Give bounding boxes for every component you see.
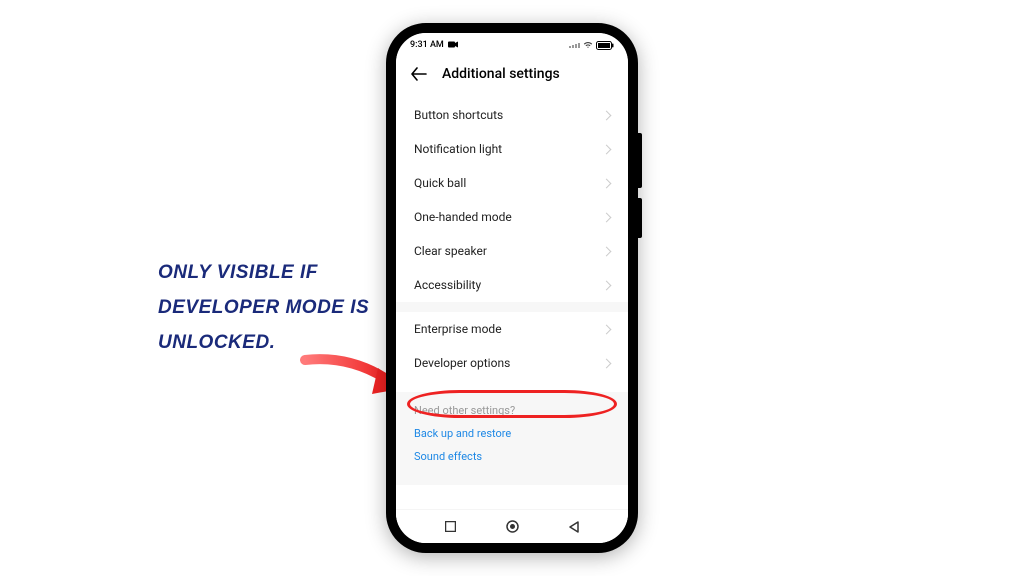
- setting-enterprise-mode[interactable]: Enterprise mode: [396, 312, 628, 346]
- side-button: [638, 133, 642, 188]
- annotation-text: Only visible if developer mode is unlock…: [158, 255, 388, 360]
- setting-label: One-handed mode: [414, 210, 512, 224]
- setting-label: Developer options: [414, 356, 510, 370]
- footer-section: Need other settings? Back up and restore…: [396, 392, 628, 485]
- android-nav-bar: [396, 509, 628, 543]
- setting-clear-speaker[interactable]: Clear speaker: [396, 234, 628, 268]
- settings-scroll[interactable]: ···· ······ ······· Button shortcuts Not…: [396, 89, 628, 507]
- chevron-right-icon: [602, 358, 612, 368]
- signal-icon: [569, 43, 580, 48]
- setting-one-handed-mode[interactable]: One-handed mode: [396, 200, 628, 234]
- wifi-icon: [583, 41, 593, 49]
- chevron-right-icon: [602, 280, 612, 290]
- camera-icon: [448, 41, 458, 50]
- setting-button-shortcuts[interactable]: Button shortcuts: [396, 98, 628, 132]
- battery-icon: [596, 41, 614, 50]
- side-button: [638, 198, 642, 238]
- page-title: Additional settings: [442, 66, 560, 82]
- chevron-right-icon: [602, 110, 612, 120]
- setting-quick-ball[interactable]: Quick ball: [396, 166, 628, 200]
- setting-label: Accessibility: [414, 278, 481, 292]
- setting-label: Quick ball: [414, 176, 466, 190]
- chevron-right-icon: [602, 246, 612, 256]
- phone-screen: 9:31 AM Additional settings ···· ······ …: [396, 33, 628, 543]
- back-button[interactable]: [410, 65, 428, 83]
- status-time: 9:31 AM: [410, 40, 444, 50]
- section-divider: [396, 302, 628, 312]
- setting-label: Notification light: [414, 142, 502, 156]
- setting-accessibility[interactable]: Accessibility: [396, 268, 628, 302]
- nav-recent-icon[interactable]: [444, 520, 458, 534]
- setting-label: Button shortcuts: [414, 108, 503, 122]
- footer-link-backup[interactable]: Back up and restore: [414, 427, 610, 440]
- setting-label: Enterprise mode: [414, 322, 502, 336]
- chevron-right-icon: [602, 178, 612, 188]
- nav-home-icon[interactable]: [505, 520, 519, 534]
- setting-label: Clear speaker: [414, 244, 487, 258]
- page-header: Additional settings: [396, 55, 628, 89]
- footer-question: Need other settings?: [414, 404, 610, 417]
- chevron-right-icon: [602, 144, 612, 154]
- footer-link-sound[interactable]: Sound effects: [414, 450, 610, 463]
- chevron-right-icon: [602, 324, 612, 334]
- nav-back-icon[interactable]: [567, 520, 581, 534]
- status-bar: 9:31 AM: [396, 33, 628, 55]
- chevron-right-icon: [602, 212, 612, 222]
- partial-visible-row: ···· ······ ·······: [396, 89, 628, 98]
- setting-developer-options[interactable]: Developer options: [396, 346, 628, 380]
- setting-notification-light[interactable]: Notification light: [396, 132, 628, 166]
- phone-frame: 9:31 AM Additional settings ···· ······ …: [386, 23, 638, 553]
